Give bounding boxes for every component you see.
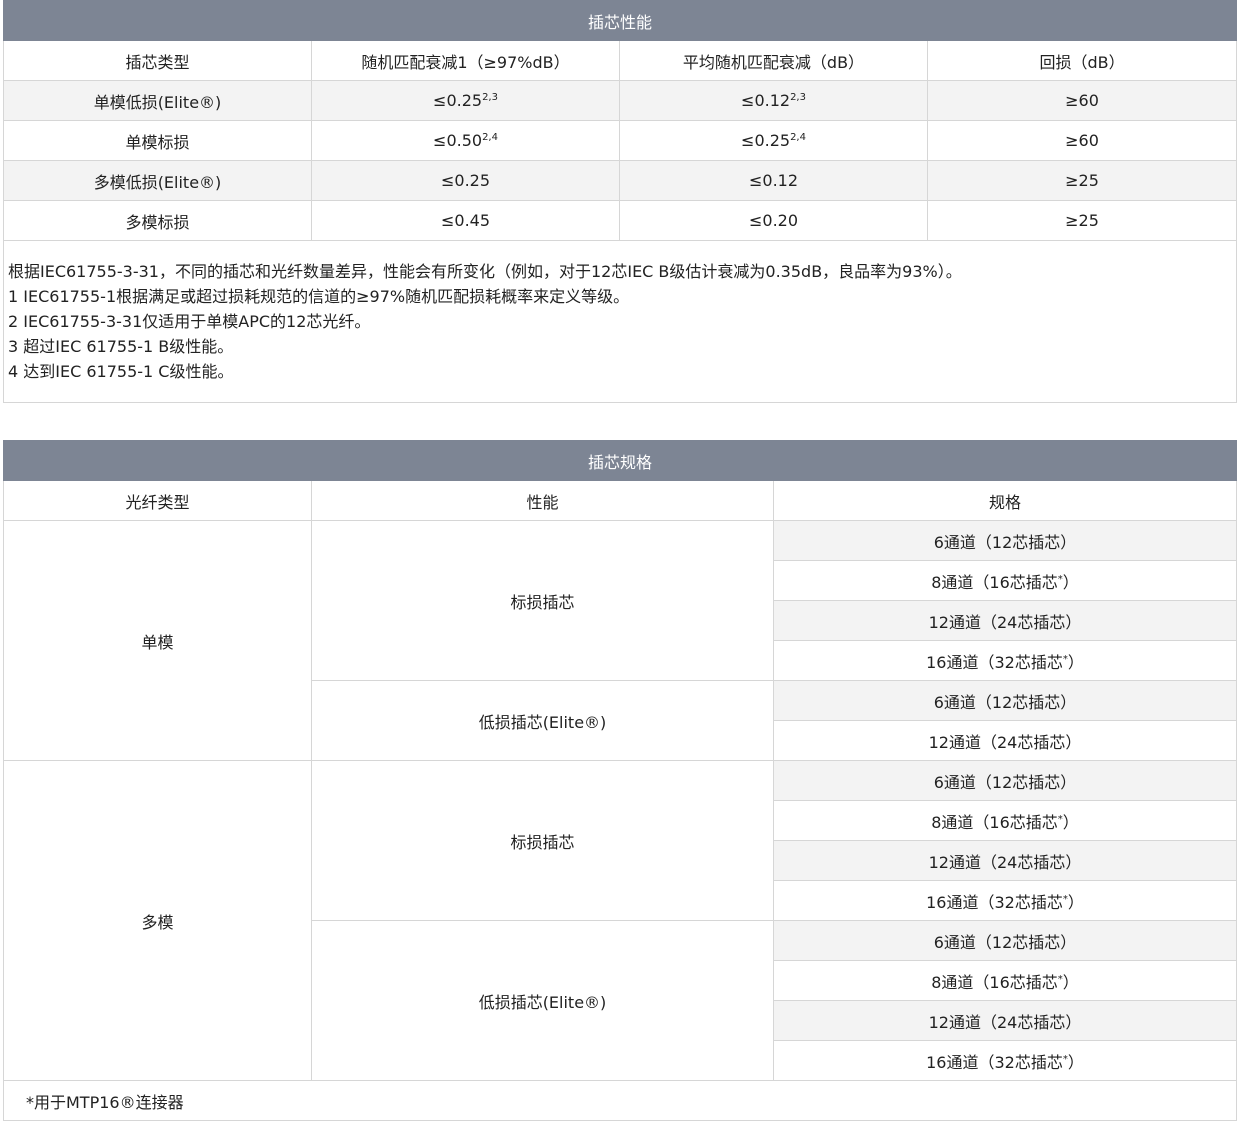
table-title: 插芯规格	[3, 440, 1237, 481]
table-row: 多模标损 ≤0.45 ≤0.20 ≥25	[3, 200, 1238, 241]
column-header: 光纤类型	[3, 480, 312, 521]
cell-value: ≤0.252,4	[619, 120, 928, 161]
cell-value: ≤0.252,3	[311, 80, 620, 121]
cell-type: 多模低损(Elite®)	[3, 160, 312, 201]
cell-value: ≤0.20	[619, 200, 928, 241]
cell-type: 单模标损	[3, 120, 312, 161]
spec-cell: 16通道（32芯插芯*）	[773, 880, 1237, 921]
column-header: 平均随机匹配衰减（dB）	[619, 40, 928, 81]
cell-value: ≥60	[926, 120, 1238, 161]
cell-value: ≥25	[926, 200, 1238, 241]
spec-cell: 8通道（16芯插芯*）	[773, 800, 1237, 841]
spec-cell: 6通道（12芯插芯）	[773, 760, 1237, 801]
spec-cell: 12通道（24芯插芯）	[773, 600, 1237, 641]
spec-cell: 8通道（16芯插芯*）	[773, 560, 1237, 601]
table-row: 单模标损 ≤0.502,4 ≤0.252,4 ≥60	[3, 120, 1238, 161]
fiber-type-cell: 多模	[3, 760, 312, 1081]
spec-cell: 16通道（32芯插芯*）	[773, 1040, 1237, 1081]
performance-cell: 标损插芯	[311, 520, 774, 681]
notes-cell: 根据IEC61755-3-31，不同的插芯和光纤数量差异，性能会有所变化（例如，…	[2, 240, 1238, 403]
table-title: 插芯性能	[2, 0, 1238, 41]
cell-value: ≤0.45	[311, 200, 620, 241]
spec-cell: 6通道（12芯插芯）	[773, 520, 1237, 561]
cell-value: ≤0.25	[311, 160, 620, 201]
fiber-type-cell: 单模	[3, 520, 312, 761]
column-header: 规格	[773, 480, 1237, 521]
cell-value: ≥25	[926, 160, 1238, 201]
column-header: 随机匹配衰减1（≥97%dB）	[311, 40, 620, 81]
ferrule-spec-table: 插芯规格 光纤类型 性能 规格 单模 标损插芯 6通道（12芯插芯） 8通道（1…	[3, 440, 1237, 1121]
column-header: 回损（dB）	[926, 40, 1238, 81]
note-line: 3 超过IEC 61755-1 B级性能。	[8, 337, 234, 356]
table-row: 多模低损(Elite®) ≤0.25 ≤0.12 ≥25	[3, 160, 1238, 201]
note-line: 2 IEC61755-3-31仅适用于单模APC的12芯光纤。	[8, 312, 371, 331]
cell-type: 单模低损(Elite®)	[3, 80, 312, 121]
spec-cell: 12通道（24芯插芯）	[773, 720, 1237, 761]
cell-value: ≤0.122,3	[619, 80, 928, 121]
cell-type: 多模标损	[3, 200, 312, 241]
footnote: *用于MTP16®连接器	[3, 1080, 1237, 1121]
spec-cell: 12通道（24芯插芯）	[773, 1000, 1237, 1041]
note-line: 1 IEC61755-1根据满足或超过损耗规范的信道的≥97%随机匹配损耗概率来…	[8, 287, 630, 306]
spec-cell: 16通道（32芯插芯*）	[773, 640, 1237, 681]
table-row: 单模低损(Elite®) ≤0.252,3 ≤0.122,3 ≥60	[3, 80, 1238, 121]
spec-cell: 12通道（24芯插芯）	[773, 840, 1237, 881]
column-header: 性能	[311, 480, 774, 521]
spec-cell: 6通道（12芯插芯）	[773, 680, 1237, 721]
spec-cell: 8通道（16芯插芯*）	[773, 960, 1237, 1001]
column-header: 插芯类型	[3, 40, 312, 81]
cell-value: ≥60	[926, 80, 1238, 121]
cell-value: ≤0.12	[619, 160, 928, 201]
cell-value: ≤0.502,4	[311, 120, 620, 161]
performance-cell: 低损插芯(Elite®)	[311, 920, 774, 1081]
performance-cell: 标损插芯	[311, 760, 774, 921]
spec-cell: 6通道（12芯插芯）	[773, 920, 1237, 961]
ferrule-performance-table: 插芯性能 插芯类型 随机匹配衰减1（≥97%dB） 平均随机匹配衰减（dB） 回…	[2, 0, 1238, 403]
performance-cell: 低损插芯(Elite®)	[311, 680, 774, 761]
note-line: 根据IEC61755-3-31，不同的插芯和光纤数量差异，性能会有所变化（例如，…	[8, 262, 962, 281]
note-line: 4 达到IEC 61755-1 C级性能。	[8, 362, 234, 381]
